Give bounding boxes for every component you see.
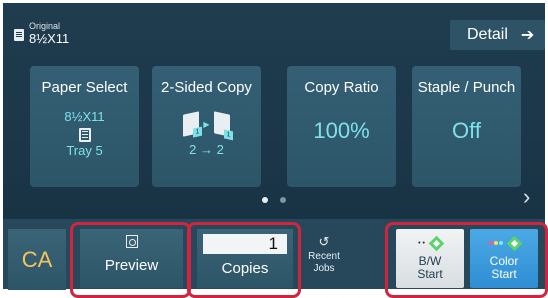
staple-punch-title: Staple / Punch [417, 79, 516, 96]
original-document-icon [14, 29, 24, 41]
paper-select-title: Paper Select [41, 79, 128, 96]
staple-punch-value: Off [452, 118, 481, 143]
page-indicator [262, 197, 286, 203]
copy-ratio-tile[interactable]: Copy Ratio 100% [287, 66, 396, 187]
detail-label: Detail [467, 26, 508, 43]
copy-ratio-title: Copy Ratio [304, 79, 379, 96]
clear-all-button[interactable]: CA [8, 229, 66, 290]
page-dot [280, 197, 286, 203]
original-size: 8½X11 [29, 31, 70, 46]
tray-value: Tray 5 [66, 142, 103, 158]
two-sided-copy-tile[interactable]: 2-Sided Copy 1 ▶ 1 2 → 2 [152, 66, 261, 187]
recent-jobs-label: Recent Jobs [308, 251, 340, 274]
highlight-copies [187, 222, 301, 298]
staple-punch-tile[interactable]: Staple / Punch Off [412, 66, 521, 187]
paper-select-tile[interactable]: Paper Select 8½X11 Tray 5 [30, 66, 139, 187]
chevron-right-icon[interactable]: › [523, 186, 530, 208]
clear-all-label: CA [21, 246, 53, 272]
original-indicator: Original 8½X11 [14, 22, 69, 48]
recent-jobs-button[interactable]: ↺ Recent Jobs [301, 229, 347, 288]
highlight-start-buttons [385, 222, 548, 298]
arrow-right-icon: ➔ [520, 27, 535, 44]
recent-jobs-icon: ↺ [318, 234, 330, 249]
highlight-preview [70, 222, 191, 298]
copy-screen: Original 8½X11 Detail ➔ Paper Select 8½X… [0, 0, 548, 298]
copy-ratio-value: 100% [313, 118, 370, 143]
two-sided-title: 2-Sided Copy [161, 79, 252, 96]
two-sided-mode-value: 2 → 2 [189, 142, 224, 157]
page-dot-active [262, 197, 268, 203]
paper-tray-icon [78, 127, 91, 142]
detail-button[interactable]: Detail ➔ [450, 20, 545, 50]
paper-size-value: 8½X11 [64, 109, 105, 124]
duplex-icon: 1 ▶ 1 [183, 111, 233, 141]
original-label: Original [29, 21, 61, 31]
